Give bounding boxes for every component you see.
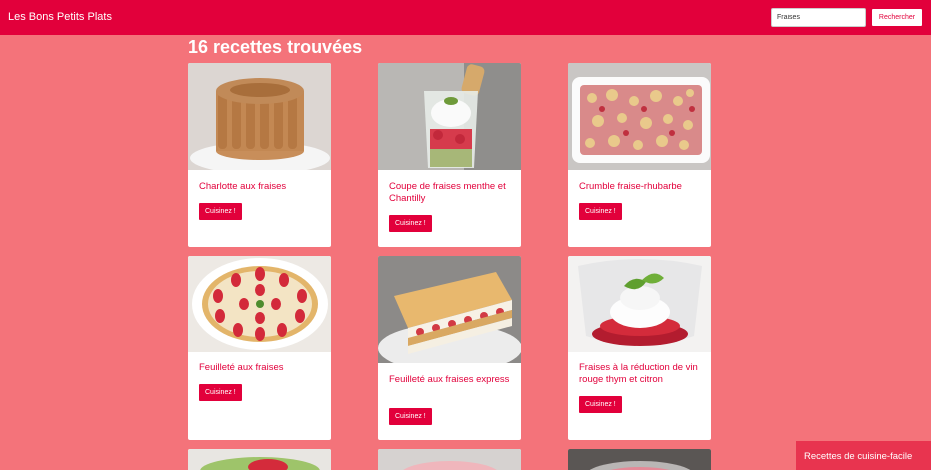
recipe-card: Crumble fraise-rhubarbe Cuisinez !	[568, 63, 711, 247]
recipe-title[interactable]: Fraises à la réduction de vin rouge thym…	[579, 362, 701, 386]
recipe-card	[568, 449, 711, 470]
recipe-card: Coupe de fraises menthe et Chantilly Cui…	[378, 63, 521, 247]
cook-button[interactable]: Cuisinez !	[579, 396, 622, 413]
recipe-title[interactable]: Feuilleté aux fraises express	[389, 374, 511, 386]
recipe-title[interactable]: Feuilleté aux fraises	[199, 362, 321, 374]
recipe-image[interactable]	[188, 256, 331, 352]
recipe-title[interactable]: Coupe de fraises menthe et Chantilly	[389, 181, 511, 205]
recipe-image[interactable]	[378, 449, 521, 470]
cook-button[interactable]: Cuisinez !	[199, 203, 242, 220]
cook-button[interactable]: Cuisinez !	[389, 408, 432, 425]
brand-link[interactable]: Les Bons Petits Plats	[8, 11, 112, 23]
recipe-image[interactable]	[568, 449, 711, 470]
cook-button[interactable]: Cuisinez !	[389, 215, 432, 232]
recipe-image[interactable]	[378, 256, 521, 363]
recipe-title[interactable]: Crumble fraise-rhubarbe	[579, 181, 701, 193]
recipe-image[interactable]	[188, 449, 331, 470]
recipe-card: Fraises à la réduction de vin rouge thym…	[568, 256, 711, 440]
recipe-card	[188, 449, 331, 470]
recipe-image[interactable]	[568, 63, 711, 170]
recipe-image[interactable]	[568, 256, 711, 352]
footer-tab[interactable]: Recettes de cuisine-facile	[796, 441, 931, 470]
recipe-title[interactable]: Charlotte aux fraises	[199, 181, 321, 193]
results-title: 16 recettes trouvées	[188, 37, 363, 57]
recipe-image[interactable]	[378, 63, 521, 170]
cook-button[interactable]: Cuisinez !	[579, 203, 622, 220]
search-input[interactable]	[771, 8, 866, 27]
recipe-card	[378, 449, 521, 470]
top-navbar: Les Bons Petits Plats Rechercher	[0, 0, 931, 35]
recipe-card: Feuilleté aux fraises express Cuisinez !	[378, 256, 521, 440]
search-button[interactable]: Rechercher	[871, 8, 923, 27]
recipe-image[interactable]	[188, 63, 331, 170]
cook-button[interactable]: Cuisinez !	[199, 384, 242, 401]
recipe-card: Charlotte aux fraises Cuisinez !	[188, 63, 331, 247]
recipe-card: Feuilleté aux fraises Cuisinez !	[188, 256, 331, 440]
